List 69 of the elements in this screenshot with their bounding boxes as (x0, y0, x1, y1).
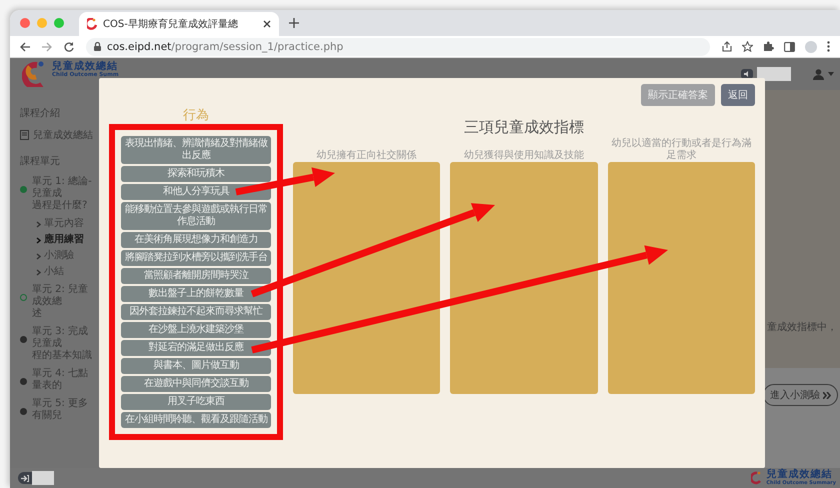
caret-icon[interactable] (828, 72, 834, 76)
chevron-icon (36, 252, 41, 260)
body-text: 童成效指標中， (767, 320, 837, 334)
reload-icon[interactable] (64, 42, 74, 52)
back-arrow-icon[interactable] (20, 42, 30, 52)
behavior-card[interactable]: 對延宕的滿足做出反應 (121, 340, 271, 356)
behavior-card[interactable]: 當照顧者離開房間時哭泣 (121, 268, 271, 284)
outcome-label: 幼兒獲得與使用知識及技能 (464, 150, 584, 162)
behavior-card[interactable]: 和他人分享玩具 (121, 184, 271, 200)
back-button[interactable]: 返回 (721, 84, 755, 106)
sidebar-subitem[interactable]: 應用練習 (36, 234, 84, 246)
chevron-icon (36, 268, 41, 276)
favicon-icon (87, 18, 97, 30)
behavior-card[interactable]: 數出盤子上的餅乾數量 (121, 286, 271, 302)
outcomes-title: 三項兒童成效指標 (464, 118, 584, 136)
lock-icon (94, 42, 101, 51)
unit-title[interactable]: 單元 3: 完成兒童成 (32, 326, 96, 350)
behavior-card[interactable]: 在小組時間聆聽、觀看及跟隨活動 (121, 412, 271, 428)
plus-icon[interactable] (289, 18, 299, 28)
outcome-label: 幼兒擁有正向社交關係 (316, 150, 417, 162)
behavior-card[interactable]: 用叉子吃東西 (121, 394, 271, 410)
sidebar-link[interactable]: 兒童成效總結 (20, 128, 100, 142)
sidebar-subitem[interactable]: 小測驗 (36, 250, 74, 262)
unit-title[interactable]: 單元 5: 更多有關兒 (32, 398, 96, 422)
section-heading: 課程介紹 (20, 106, 61, 120)
behavior-card[interactable]: 探索和玩積木 (121, 166, 271, 182)
unit-title[interactable]: 單元 4: 七點量表的 (32, 368, 96, 392)
logo-title: 兒童成效總結 (52, 61, 118, 72)
logo-title: 兒童成效總結 (766, 470, 834, 480)
sidebar-icon[interactable] (784, 42, 795, 52)
menu-icon[interactable] (827, 41, 830, 52)
close-icon[interactable] (263, 20, 271, 28)
section-heading: 課程單元 (20, 154, 61, 168)
behavior-card[interactable]: 在遊戲中與同儕交談互動 (121, 376, 271, 392)
unit-title[interactable]: 述 (32, 308, 96, 320)
behavior-card[interactable]: 在沙盤上澆水建築沙堡 (121, 322, 271, 338)
speaker-icon[interactable] (741, 69, 753, 79)
behavior-card[interactable]: 表現出情緒、辨識情緒及對情緒做出反應 (121, 136, 271, 164)
behavior-card[interactable]: 能移動位置去參與遊戲或執行日常作息活動 (121, 202, 271, 230)
logo-icon (751, 471, 764, 485)
chevron-icon (36, 220, 41, 228)
behavior-card[interactable]: 與書本、圖片做互動 (121, 358, 271, 374)
sidebar-subitem[interactable]: 單元內容 (36, 218, 84, 230)
star-icon[interactable] (742, 41, 753, 52)
address-bar[interactable]: cos.eipd.net/program/session_1/practice.php (86, 38, 710, 56)
unit-title[interactable]: 單元 2: 兒童成效總 (32, 284, 96, 308)
unit-title[interactable]: 過程是什麼? (32, 200, 96, 212)
user-icon[interactable] (813, 68, 824, 80)
behavior-card[interactable]: 因外套拉鍊拉不起來而尋求幫忙 (121, 304, 271, 320)
show-answer-button[interactable]: 顯示正確答案 (641, 84, 715, 106)
sidebar-subitem[interactable]: 小結 (36, 266, 64, 278)
double-chevron-icon (823, 392, 831, 398)
chevron-icon (36, 236, 41, 244)
url-text: cos.eipd.net/program/session_1/practice.php (107, 40, 344, 52)
redacted-block (32, 471, 54, 485)
puzzle-icon[interactable] (763, 41, 774, 52)
book-icon (20, 130, 29, 140)
unit-title[interactable]: 單元 1: 總論-兒童成 (32, 176, 96, 200)
unit-title[interactable]: 程的基本知識 (32, 350, 96, 362)
browser-tab[interactable]: COS-早期療育兒童成效評量總 (79, 12, 279, 36)
tab-title: COS-早期療育兒童成效評量總 (103, 18, 239, 31)
behavior-card[interactable]: 在美術角展現想像力和創造力 (121, 232, 271, 248)
share-icon[interactable] (722, 41, 732, 52)
behavior-card[interactable]: 將腳踏凳拉到水槽旁以攜到洗手台 (121, 250, 271, 266)
redacted-block (757, 67, 791, 81)
logout-icon (21, 474, 29, 482)
outcome-label: 幼兒以適當的行動或者是行為滿足需求 (610, 138, 752, 162)
logout-button[interactable] (18, 472, 32, 484)
column-heading: 行為 (183, 108, 209, 124)
